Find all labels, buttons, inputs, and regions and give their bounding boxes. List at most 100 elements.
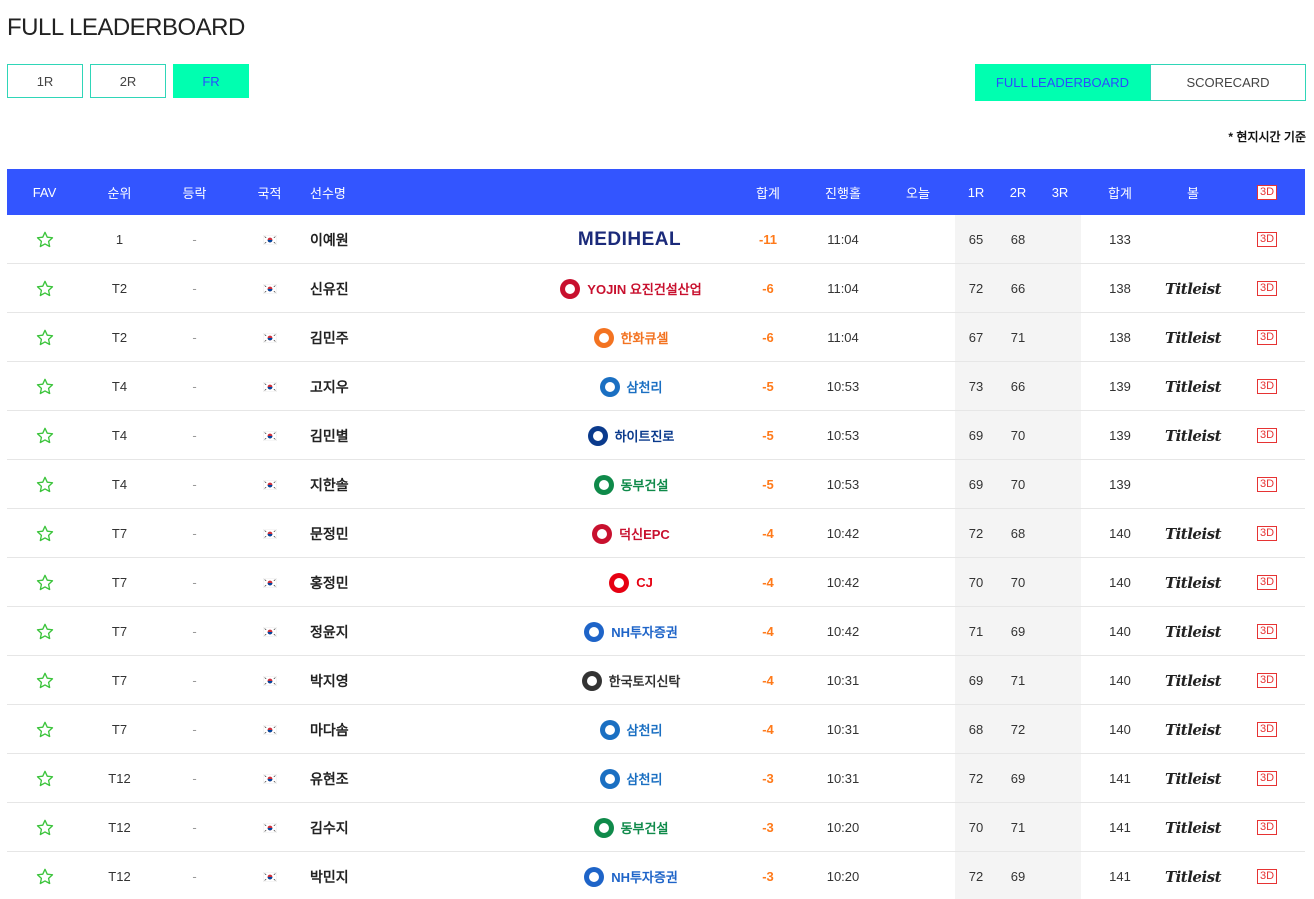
fav-star-button[interactable] [7,607,82,656]
col-name: 선수명 [310,185,346,201]
3d-view-button[interactable]: 3D [1237,558,1297,607]
player-name[interactable]: 마다솜 [310,705,430,754]
total-score: -5 [762,477,774,492]
fav-star-button[interactable] [7,264,82,313]
fav-star-button[interactable] [7,362,82,411]
table-row[interactable]: T7 - 마다솜 삼천리 -4 10:31 68 72 140 Titleist 3D [7,705,1305,754]
table-row[interactable]: T12 - 박민지 NH투자증권 -3 10:20 72 69 141 Titleist 3D [7,852,1305,899]
player-name[interactable]: 김민주 [310,313,430,362]
3d-view-button[interactable]: 3D [1237,362,1297,411]
player-name[interactable]: 고지우 [310,362,430,411]
table-row[interactable]: 1 - 이예원 MEDIHEAL -11 11:04 65 68 133 3D [7,215,1305,264]
ball-brand: Titleist [1157,264,1229,313]
tee-time: 10:53 [826,379,860,394]
position-change: - [192,771,197,786]
position-change: - [192,673,197,688]
table-row[interactable]: T4 - 지한솔 동부건설 -5 10:53 69 70 139 3D [7,460,1305,509]
col-nation: 국적 [257,185,282,201]
table-row[interactable]: T7 - 정윤지 NH투자증권 -4 10:42 71 69 140 Titleist 3D [7,607,1305,656]
table-row[interactable]: T4 - 김민별 하이트진로 -5 10:53 69 70 139 Titleist 3D [7,411,1305,460]
tee-time: 10:42 [826,624,860,639]
fav-star-button[interactable] [7,509,82,558]
table-row[interactable]: T7 - 문정민 덕신EPC -4 10:42 72 68 140 Titleist 3D [7,509,1305,558]
fav-star-button[interactable] [7,754,82,803]
fav-star-button[interactable] [7,558,82,607]
round1-score: 72 [968,526,984,541]
ball-brand: Titleist [1157,852,1229,899]
sponsor-logo: 한화큐셀 [552,313,707,362]
3d-view-button[interactable]: 3D [1237,852,1297,899]
3d-view-button[interactable]: 3D [1237,607,1297,656]
col-r3: 3R [1051,184,1069,200]
star-icon [36,819,53,835]
fav-star-button[interactable] [7,411,82,460]
fav-star-button[interactable] [7,852,82,899]
3d-view-button[interactable]: 3D [1237,803,1297,852]
today-score [887,215,949,264]
round2-score: 70 [1010,477,1026,492]
tab-full-leaderboard[interactable]: FULL LEADERBOARD [975,64,1150,101]
round1-score: 72 [968,281,984,296]
col-ball: 볼 [1187,185,1199,201]
position-change: - [192,575,197,590]
3d-badge: 3D [1256,428,1278,443]
table-row[interactable]: T7 - 홍정민 CJ -4 10:42 70 70 140 Titleist 3D [7,558,1305,607]
col-total: 합계 [756,185,780,201]
tab-scorecard[interactable]: SCORECARD [1150,64,1306,101]
player-name[interactable]: 유현조 [310,754,430,803]
sponsor-name: NH투자증권 [611,625,678,640]
3d-view-button[interactable]: 3D [1237,411,1297,460]
fav-star-button[interactable] [7,215,82,264]
player-name[interactable]: 이예원 [310,215,430,264]
tab-round-1[interactable]: 1R [7,64,83,98]
round2-score: 71 [1010,330,1026,345]
fav-star-button[interactable] [7,460,82,509]
round1-score: 65 [968,232,984,247]
player-name[interactable]: 문정민 [310,509,430,558]
player-name[interactable]: 지한솔 [310,460,430,509]
round3-score [1039,607,1081,656]
3d-view-button[interactable]: 3D [1237,264,1297,313]
3d-view-button[interactable]: 3D [1237,215,1297,264]
3d-view-button[interactable]: 3D [1237,313,1297,362]
fav-star-button[interactable] [7,705,82,754]
rank: T7 [111,624,128,639]
tab-round-final[interactable]: FR [173,64,249,98]
3d-view-button[interactable]: 3D [1237,705,1297,754]
tab-round-2[interactable]: 2R [90,64,166,98]
player-name[interactable]: 정윤지 [310,607,430,656]
table-row[interactable]: T2 - 신유진 YOJIN 요진건설산업 -6 11:04 72 66 138 Titleist… [7,264,1305,313]
player-name[interactable]: 신유진 [310,264,430,313]
3d-badge: 3D [1256,232,1278,247]
table-row[interactable]: T7 - 박지영 한국토지신탁 -4 10:31 69 71 140 Titleist 3D [7,656,1305,705]
fav-star-button[interactable] [7,313,82,362]
korea-flag-icon [262,479,277,490]
ball-brand [1157,215,1229,264]
ball-brand [1157,460,1229,509]
player-name[interactable]: 박민지 [310,852,430,899]
table-row[interactable]: T2 - 김민주 한화큐셀 -6 11:04 67 71 138 Titleist 3D [7,313,1305,362]
3d-view-button[interactable]: 3D [1237,460,1297,509]
player-name[interactable]: 박지영 [310,656,430,705]
korea-flag-icon [262,675,277,686]
today-score [887,509,949,558]
fav-star-button[interactable] [7,803,82,852]
round3-score [1039,313,1081,362]
3d-view-button[interactable]: 3D [1237,509,1297,558]
star-icon [36,672,53,688]
table-row[interactable]: T12 - 김수지 동부건설 -3 10:20 70 71 141 Titleist 3D [7,803,1305,852]
round1-score: 73 [968,379,984,394]
table-row[interactable]: T12 - 유현조 삼천리 -3 10:31 72 69 141 Titleist 3D [7,754,1305,803]
round3-score [1039,362,1081,411]
position-change: - [192,624,197,639]
sponsor-logo: 삼천리 [552,705,707,754]
player-name[interactable]: 김수지 [310,803,430,852]
player-name[interactable]: 김민별 [310,411,430,460]
table-row[interactable]: T4 - 고지우 삼천리 -5 10:53 73 66 139 Titleist 3D [7,362,1305,411]
3d-view-button[interactable]: 3D [1237,656,1297,705]
3d-view-button[interactable]: 3D [1237,754,1297,803]
fav-star-button[interactable] [7,656,82,705]
today-score [887,754,949,803]
player-name[interactable]: 홍정민 [310,558,430,607]
star-icon [36,329,53,345]
